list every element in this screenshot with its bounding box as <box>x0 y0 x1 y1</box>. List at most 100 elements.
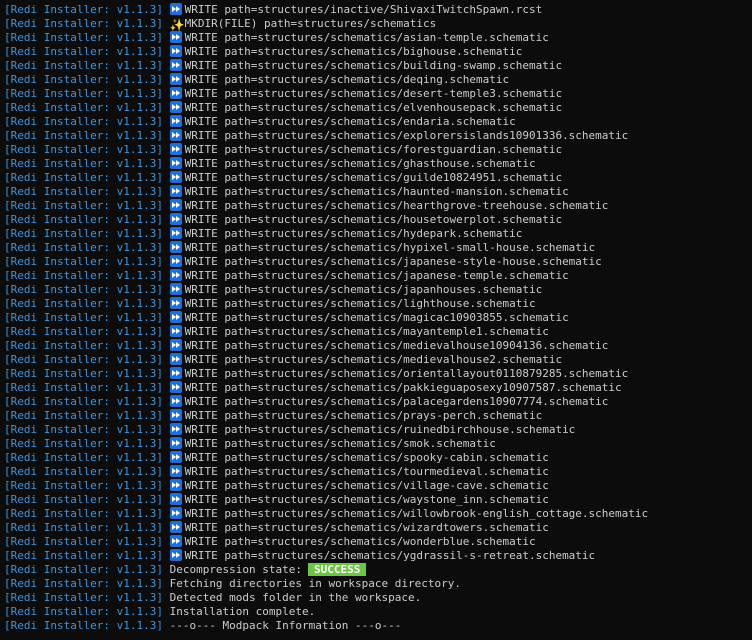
log-text: WRITE path=structures/schematics/bighous… <box>184 45 523 58</box>
log-prefix: [Redi Installer: v1.1.3] <box>4 521 163 534</box>
log-prefix: [Redi Installer: v1.1.3] <box>4 493 163 506</box>
write-icon <box>169 59 182 71</box>
log-prefix: [Redi Installer: v1.1.3] <box>4 17 163 30</box>
log-line: [Redi Installer: v1.1.3] Detected mods f… <box>4 591 752 605</box>
log-prefix: [Redi Installer: v1.1.3] <box>4 185 163 198</box>
log-text: Decompression state: <box>169 563 303 576</box>
write-icon <box>169 451 182 463</box>
status-badge: SUCCESS <box>308 563 367 576</box>
log-line: [Redi Installer: v1.1.3] WRITE path=stru… <box>4 507 752 521</box>
log-text: Fetching directories in workspace direct… <box>169 577 461 590</box>
log-text: WRITE path=structures/schematics/ghastho… <box>184 157 536 170</box>
log-line: [Redi Installer: v1.1.3] ---o--- Modpack… <box>4 619 752 633</box>
log-prefix: [Redi Installer: v1.1.3] <box>4 535 163 548</box>
log-line: [Redi Installer: v1.1.3] WRITE path=stru… <box>4 535 752 549</box>
log-line: [Redi Installer: v1.1.3] WRITE path=stru… <box>4 45 752 59</box>
write-icon <box>169 241 182 253</box>
log-prefix: [Redi Installer: v1.1.3] <box>4 549 163 562</box>
log-line: [Redi Installer: v1.1.3] WRITE path=stru… <box>4 283 752 297</box>
write-icon <box>169 423 182 435</box>
log-prefix: [Redi Installer: v1.1.3] <box>4 241 163 254</box>
log-text: WRITE path=structures/schematics/ruinedb… <box>184 423 576 436</box>
log-text: WRITE path=structures/schematics/haunted… <box>184 185 569 198</box>
log-prefix: [Redi Installer: v1.1.3] <box>4 87 163 100</box>
log-line: [Redi Installer: v1.1.3] WRITE path=stru… <box>4 101 752 115</box>
log-line: [Redi Installer: v1.1.3] ✨MKDIR(FILE) pa… <box>4 17 752 31</box>
write-icon <box>169 269 182 281</box>
log-line: [Redi Installer: v1.1.3] WRITE path=stru… <box>4 31 752 45</box>
log-prefix: [Redi Installer: v1.1.3] <box>4 353 163 366</box>
log-text: WRITE path=structures/schematics/asian-t… <box>184 31 549 44</box>
log-text: MKDIR(FILE) path=structures/schematics <box>184 17 437 30</box>
log-text: WRITE path=structures/schematics/endaria… <box>184 115 516 128</box>
log-line: [Redi Installer: v1.1.3] WRITE path=stru… <box>4 479 752 493</box>
log-line: [Redi Installer: v1.1.3] WRITE path=stru… <box>4 521 752 535</box>
log-text: WRITE path=structures/schematics/guilde1… <box>184 171 563 184</box>
log-prefix: [Redi Installer: v1.1.3] <box>4 395 163 408</box>
log-line: [Redi Installer: v1.1.3] WRITE path=stru… <box>4 451 752 465</box>
log-prefix: [Redi Installer: v1.1.3] <box>4 283 163 296</box>
log-line: [Redi Installer: v1.1.3] WRITE path=stru… <box>4 227 752 241</box>
write-icon <box>169 549 182 561</box>
log-line: [Redi Installer: v1.1.3] WRITE path=stru… <box>4 3 752 17</box>
write-icon <box>169 535 182 547</box>
log-text: WRITE path=structures/schematics/medieva… <box>184 339 609 352</box>
write-icon <box>169 73 182 85</box>
log-text: WRITE path=structures/schematics/japanes… <box>184 269 569 282</box>
log-line: [Redi Installer: v1.1.3] WRITE path=stru… <box>4 157 752 171</box>
log-line: [Redi Installer: v1.1.3] WRITE path=stru… <box>4 465 752 479</box>
log-prefix: [Redi Installer: v1.1.3] <box>4 3 163 16</box>
sparkle-icon: ✨ <box>169 18 185 31</box>
write-icon <box>169 381 182 393</box>
write-icon <box>169 311 182 323</box>
write-icon <box>169 185 182 197</box>
log-prefix: [Redi Installer: v1.1.3] <box>4 269 163 282</box>
write-icon <box>169 395 182 407</box>
write-icon <box>169 3 182 15</box>
log-line: [Redi Installer: v1.1.3] WRITE path=stru… <box>4 409 752 423</box>
log-prefix: [Redi Installer: v1.1.3] <box>4 59 163 72</box>
log-line: [Redi Installer: v1.1.3] WRITE path=stru… <box>4 241 752 255</box>
write-icon <box>169 157 182 169</box>
log-prefix: [Redi Installer: v1.1.3] <box>4 213 163 226</box>
log-prefix: [Redi Installer: v1.1.3] <box>4 605 163 618</box>
log-text: WRITE path=structures/schematics/lightho… <box>184 297 536 310</box>
log-text: WRITE path=structures/schematics/pakkieg… <box>184 381 622 394</box>
log-text: WRITE path=structures/schematics/hydepar… <box>184 227 523 240</box>
log-line: [Redi Installer: v1.1.3] WRITE path=stru… <box>4 171 752 185</box>
write-icon <box>169 115 182 127</box>
log-text: WRITE path=structures/schematics/houseto… <box>184 213 563 226</box>
log-text: WRITE path=structures/schematics/prays-p… <box>184 409 543 422</box>
log-text: WRITE path=structures/schematics/mayante… <box>184 325 549 338</box>
log-line: [Redi Installer: v1.1.3] Installation co… <box>4 605 752 619</box>
terminal-output[interactable]: [Redi Installer: v1.1.3] WRITE path=stru… <box>0 0 752 640</box>
log-prefix: [Redi Installer: v1.1.3] <box>4 479 163 492</box>
log-prefix: [Redi Installer: v1.1.3] <box>4 437 163 450</box>
log-line: [Redi Installer: v1.1.3] WRITE path=stru… <box>4 87 752 101</box>
log-line: [Redi Installer: v1.1.3] WRITE path=stru… <box>4 311 752 325</box>
log-text: WRITE path=structures/schematics/magicac… <box>184 311 569 324</box>
write-icon <box>169 129 182 141</box>
log-line: [Redi Installer: v1.1.3] WRITE path=stru… <box>4 255 752 269</box>
log-prefix: [Redi Installer: v1.1.3] <box>4 619 163 632</box>
log-prefix: [Redi Installer: v1.1.3] <box>4 311 163 324</box>
log-line: [Redi Installer: v1.1.3] WRITE path=stru… <box>4 423 752 437</box>
log-prefix: [Redi Installer: v1.1.3] <box>4 157 163 170</box>
log-text: WRITE path=structures/schematics/wayston… <box>184 493 549 506</box>
log-line: [Redi Installer: v1.1.3] WRITE path=stru… <box>4 353 752 367</box>
log-text: WRITE path=structures/schematics/deqing.… <box>184 73 510 86</box>
log-text: WRITE path=structures/schematics/hypixel… <box>184 241 596 254</box>
log-line: [Redi Installer: v1.1.3] Decompression s… <box>4 563 752 577</box>
log-prefix: [Redi Installer: v1.1.3] <box>4 563 163 576</box>
log-line: [Redi Installer: v1.1.3] WRITE path=stru… <box>4 381 752 395</box>
log-prefix: [Redi Installer: v1.1.3] <box>4 381 163 394</box>
write-icon <box>169 437 182 449</box>
log-text: WRITE path=structures/schematics/forestg… <box>184 143 563 156</box>
log-line: [Redi Installer: v1.1.3] WRITE path=stru… <box>4 325 752 339</box>
log-text: WRITE path=structures/schematics/desert-… <box>184 87 563 100</box>
log-prefix: [Redi Installer: v1.1.3] <box>4 339 163 352</box>
write-icon <box>169 143 182 155</box>
log-prefix: [Redi Installer: v1.1.3] <box>4 465 163 478</box>
log-prefix: [Redi Installer: v1.1.3] <box>4 101 163 114</box>
log-prefix: [Redi Installer: v1.1.3] <box>4 297 163 310</box>
